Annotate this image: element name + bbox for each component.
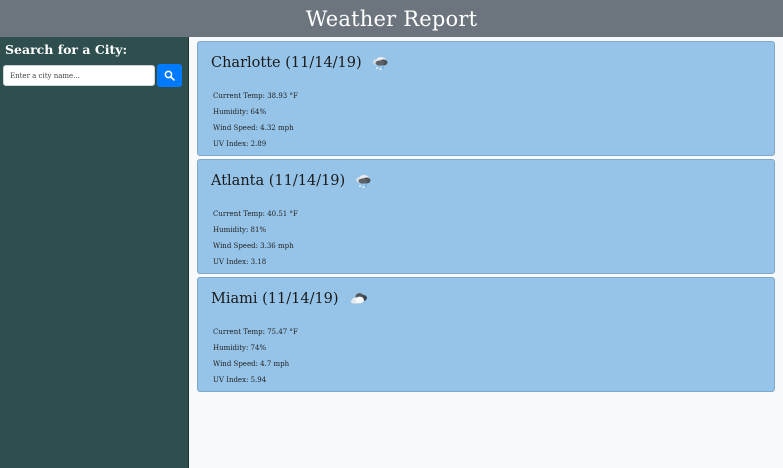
results-panel: Charlotte (11/14/19) Current Temp: 38.93… (190, 37, 783, 468)
current-temp: Current Temp: 38.93 °F (213, 92, 298, 100)
search-button[interactable] (157, 64, 182, 87)
search-icon (164, 70, 175, 81)
city-heading: Charlotte (11/14/19) (211, 55, 389, 71)
weather-details: Current Temp: 40.51 °F Humidity: 81% Win… (213, 206, 298, 270)
weather-card-atlanta: Atlanta (11/14/19) Current Temp: 40.51 °… (197, 159, 775, 274)
cloudy-icon (350, 293, 367, 304)
city-title: Atlanta (11/14/19) (211, 173, 346, 189)
weather-card-charlotte: Charlotte (11/14/19) Current Temp: 38.93… (197, 41, 775, 156)
city-title: Charlotte (11/14/19) (211, 55, 362, 71)
weather-card-miami: Miami (11/14/19) Current Temp: 75.47 °F … (197, 277, 775, 392)
rain-snow-cloud-icon (356, 175, 371, 188)
rain-snow-cloud-icon (372, 57, 388, 70)
sidebar: Search for a City: (0, 37, 189, 468)
city-heading: Miami (11/14/19) (211, 291, 370, 307)
city-search-input[interactable] (3, 65, 155, 86)
current-temp: Current Temp: 40.51 °F (213, 210, 298, 218)
humidity: Humidity: 81% (213, 226, 267, 234)
weather-details: Current Temp: 38.93 °F Humidity: 64% Win… (213, 88, 298, 152)
uv-index: UV Index: 3.18 (213, 258, 267, 266)
wind-speed: Wind Speed: 4.32 mph (213, 124, 294, 132)
humidity: Humidity: 64% (213, 108, 267, 116)
search-heading: Search for a City: (5, 42, 128, 57)
city-heading: Atlanta (11/14/19) (211, 173, 372, 189)
city-title: Miami (11/14/19) (211, 291, 339, 307)
wind-speed: Wind Speed: 4.7 mph (213, 360, 290, 368)
wind-speed: Wind Speed: 3.36 mph (213, 242, 294, 250)
humidity: Humidity: 74% (213, 344, 267, 352)
page-title: Weather Report (305, 6, 478, 31)
uv-index: UV Index: 5.94 (213, 376, 267, 384)
weather-details: Current Temp: 75.47 °F Humidity: 74% Win… (213, 324, 298, 388)
current-temp: Current Temp: 75.47 °F (213, 328, 298, 336)
app-header: Weather Report (0, 0, 783, 37)
uv-index: UV Index: 2.89 (213, 140, 267, 148)
